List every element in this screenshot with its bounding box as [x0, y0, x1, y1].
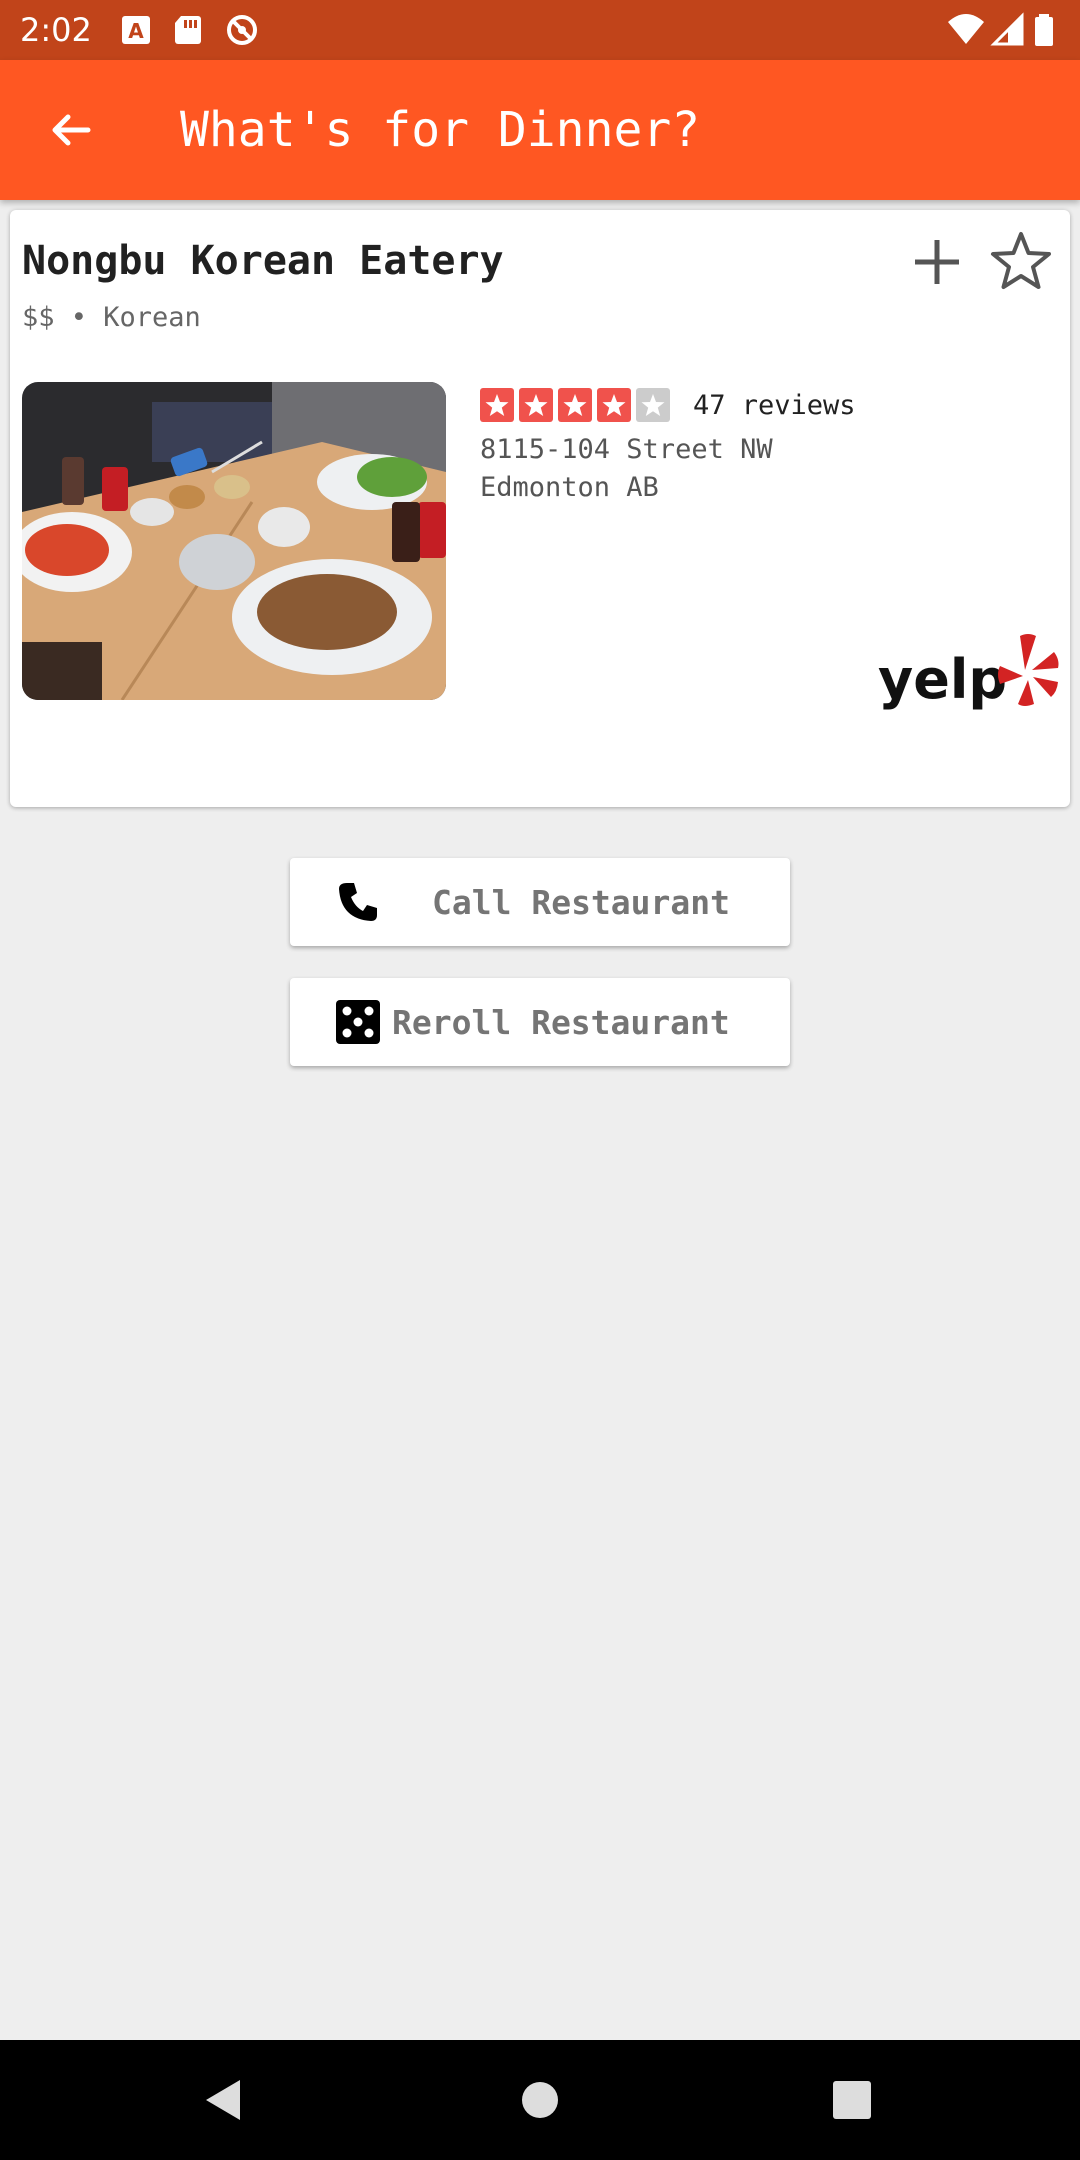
address-line-2: Edmonton AB [480, 472, 659, 503]
wifi-icon [946, 12, 986, 48]
rating-star-icon [480, 388, 514, 422]
signal-icon [990, 12, 1026, 48]
reroll-restaurant-label: Reroll Restaurant [392, 1003, 730, 1042]
yelp-logo[interactable]: yelp [878, 630, 1064, 720]
arrow-back-icon[interactable] [40, 100, 100, 160]
status-bar: 2:02 A [0, 0, 1080, 60]
restaurant-name: Nongbu Korean Eatery [22, 238, 504, 284]
nav-recents-icon[interactable] [830, 2078, 874, 2122]
restaurant-meta: $$ • Korean [22, 302, 201, 333]
restaurant-photo [22, 382, 446, 700]
status-time: 2:02 [20, 11, 92, 49]
app-toolbar: What's for Dinner? [0, 60, 1080, 200]
star-rating [480, 388, 670, 422]
rating-star-icon [597, 388, 631, 422]
svg-text:yelp: yelp [878, 648, 1007, 711]
sd-card-icon [170, 12, 206, 48]
page-title: What's for Dinner? [180, 102, 701, 158]
add-icon[interactable] [907, 232, 967, 292]
rating-star-empty-icon [636, 388, 670, 422]
reroll-restaurant-button[interactable]: Reroll Restaurant [290, 978, 790, 1066]
sync-icon [224, 12, 260, 48]
phone-icon [334, 878, 382, 926]
call-restaurant-button[interactable]: Call Restaurant [290, 858, 790, 946]
a-notification-icon: A [118, 12, 154, 48]
call-restaurant-label: Call Restaurant [432, 883, 731, 922]
address-line-1: 8115-104 Street NW [480, 434, 773, 465]
dice-icon [334, 998, 382, 1046]
battery-icon [1032, 12, 1056, 48]
system-nav-bar [0, 2040, 1080, 2160]
restaurant-card: Nongbu Korean Eatery $$ • Korean 47 revi… [10, 210, 1070, 807]
rating-star-icon [558, 388, 592, 422]
svg-text:A: A [128, 19, 144, 43]
nav-home-icon[interactable] [518, 2078, 562, 2122]
review-count: 47 reviews [693, 390, 856, 421]
favorite-star-icon[interactable] [988, 228, 1054, 294]
nav-back-icon[interactable] [202, 2078, 246, 2122]
rating-star-icon [519, 388, 553, 422]
